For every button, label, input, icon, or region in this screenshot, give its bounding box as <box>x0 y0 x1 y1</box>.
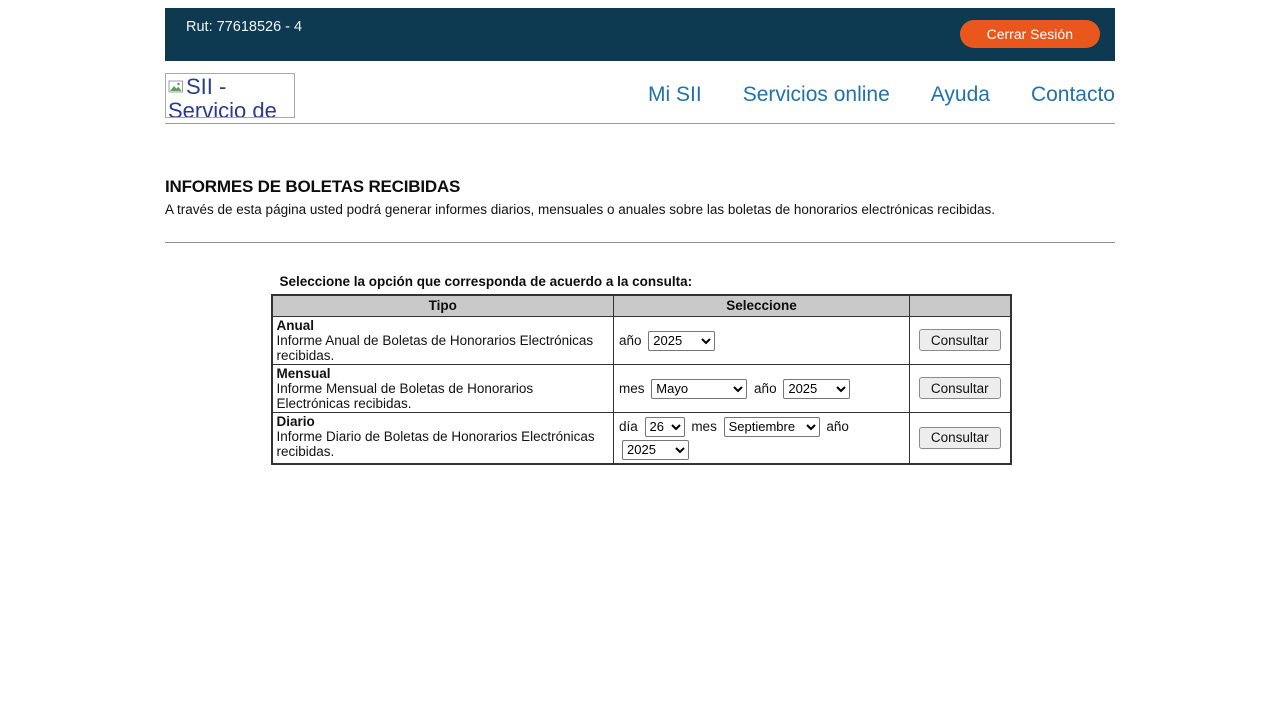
diario-day-label: día <box>619 419 638 434</box>
session-bar: Rut: 77618526 - 4 Cerrar Sesión <box>165 8 1115 61</box>
table-row-diario: Diario Informe Diario de Boletas de Hono… <box>272 412 1011 464</box>
row-description-anual: Informe Anual de Boletas de Honorarios E… <box>277 333 594 363</box>
row-description-mensual: Informe Mensual de Boletas de Honorarios… <box>277 381 534 411</box>
diario-month-select[interactable]: Septiembre <box>724 417 820 437</box>
brand-nav-row: SII - Servicio de Mi SII Servicios onlin… <box>165 61 1115 124</box>
reports-table: Tipo Seleccione Anual Informe Anual de B… <box>271 294 1012 465</box>
logout-button[interactable]: Cerrar Sesión <box>960 20 1100 48</box>
mensual-year-select[interactable]: 2025 <box>783 379 850 399</box>
reports-table-block: Seleccione la opción que corresponda de … <box>271 274 1010 465</box>
mensual-year-label: año <box>754 381 777 396</box>
table-caption: Seleccione la opción que corresponda de … <box>271 274 1010 289</box>
sii-logo-broken-image[interactable]: SII - Servicio de <box>165 73 295 118</box>
mensual-month-select[interactable]: Mayo <box>651 379 747 399</box>
nav-link-mi-sii[interactable]: Mi SII <box>648 83 702 107</box>
section-divider <box>165 242 1115 243</box>
diario-day-select[interactable]: 26 <box>645 417 685 437</box>
nav-link-ayuda[interactable]: Ayuda <box>931 83 990 107</box>
column-header-tipo: Tipo <box>272 295 614 316</box>
diario-month-label: mes <box>691 419 717 434</box>
table-row-anual: Anual Informe Anual de Boletas de Honora… <box>272 316 1011 364</box>
rut-label: Rut: 77618526 - 4 <box>165 8 302 35</box>
broken-image-icon <box>168 79 185 94</box>
table-row-mensual: Mensual Informe Mensual de Boletas de Ho… <box>272 364 1011 412</box>
anual-year-select[interactable]: 2025 <box>648 331 715 351</box>
mensual-month-label: mes <box>619 381 645 396</box>
diario-year-label: año <box>826 419 849 434</box>
row-description-diario: Informe Diario de Boletas de Honorarios … <box>277 429 595 459</box>
page-description: A través de esta página usted podrá gene… <box>165 202 1115 217</box>
table-header-row: Tipo Seleccione <box>272 295 1011 316</box>
nav-link-contacto[interactable]: Contacto <box>1031 83 1115 107</box>
column-header-actions <box>910 295 1011 316</box>
row-type-anual: Anual <box>277 318 610 333</box>
diario-consultar-button[interactable]: Consultar <box>919 427 1001 449</box>
mensual-consultar-button[interactable]: Consultar <box>919 377 1001 399</box>
row-type-mensual: Mensual <box>277 366 610 381</box>
diario-year-select[interactable]: 2025 <box>622 440 689 460</box>
page-container: Rut: 77618526 - 4 Cerrar Sesión SII - Se… <box>165 8 1115 465</box>
nav-link-servicios-online[interactable]: Servicios online <box>743 83 890 107</box>
anual-year-label: año <box>619 333 642 348</box>
anual-consultar-button[interactable]: Consultar <box>919 329 1001 351</box>
row-type-diario: Diario <box>277 414 610 429</box>
column-header-seleccione: Seleccione <box>614 295 910 316</box>
main-nav: Mi SII Servicios online Ayuda Contacto <box>648 83 1115 107</box>
page-title: INFORMES DE BOLETAS RECIBIDAS <box>165 177 1115 197</box>
